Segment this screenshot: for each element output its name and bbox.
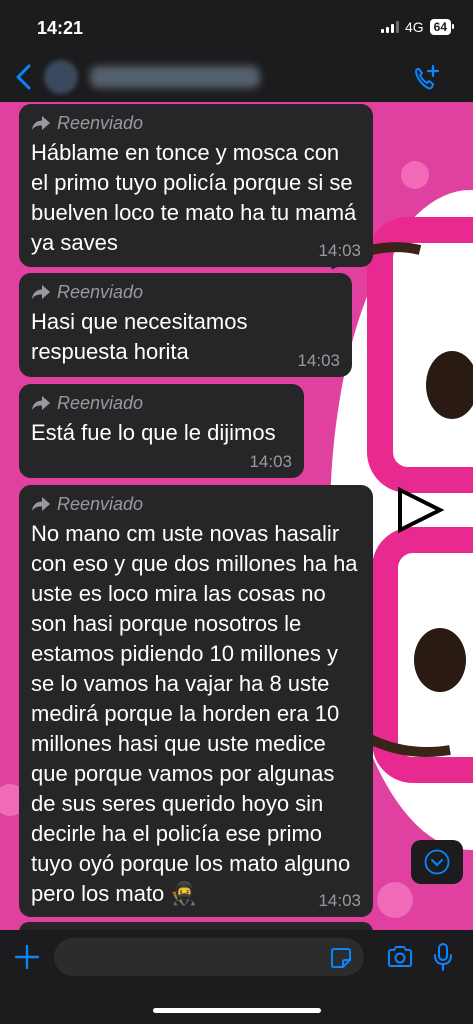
scroll-down-button[interactable] xyxy=(411,840,463,884)
message-text: No mano cm uste novas hasalir con eso y … xyxy=(31,521,358,906)
message-time: 14:03 xyxy=(318,891,361,910)
video-call-icon[interactable] xyxy=(413,64,441,92)
message-time: 14:03 xyxy=(318,241,361,260)
message-time: 14:03 xyxy=(297,351,340,370)
avatar[interactable] xyxy=(44,60,78,94)
signal-icon xyxy=(380,21,399,33)
camera-icon[interactable] xyxy=(386,945,414,969)
message-bubble[interactable]: Reenviado Hasi que necesitamos respuesta… xyxy=(19,273,352,377)
battery-icon: 64 xyxy=(429,19,455,35)
forward-icon xyxy=(32,285,50,299)
forwarded-label: Reenviado xyxy=(31,493,361,515)
contact-name[interactable] xyxy=(90,66,260,88)
status-indicators: 4G 64 xyxy=(380,19,455,35)
network-type: 4G xyxy=(404,19,424,35)
home-indicator xyxy=(153,1008,321,1013)
message-bubble[interactable]: Reenviado Está fue lo que le dijimos 14:… xyxy=(19,384,304,478)
forwarded-label: Reenviado xyxy=(31,281,340,303)
scroll-down-icon xyxy=(424,849,450,875)
status-time: 14:21 xyxy=(37,18,84,38)
message-bubble[interactable]: Reenviado Háblame en tonce y mosca con e… xyxy=(19,104,373,267)
chat-header xyxy=(0,50,473,102)
message-text: Háblame en tonce y mosca con el primo tu… xyxy=(31,140,357,255)
forward-icon xyxy=(32,116,50,130)
forwarded-label: Reenviado xyxy=(31,112,361,134)
sticker-icon[interactable] xyxy=(330,947,352,969)
back-icon[interactable] xyxy=(12,64,36,90)
forward-icon xyxy=(32,497,50,511)
mic-icon[interactable] xyxy=(433,942,453,972)
message-input[interactable] xyxy=(54,938,364,976)
forwarded-label: Reenviado xyxy=(31,392,292,414)
plus-icon[interactable] xyxy=(14,944,40,970)
status-bar: 14:21 4G 64 xyxy=(0,0,473,50)
message-text: Está fue lo que le dijimos xyxy=(31,420,276,445)
forward-icon xyxy=(32,396,50,410)
message-bubble[interactable]: Reenviado No mano cm uste novas hasalir … xyxy=(19,485,373,917)
message-time: 14:03 xyxy=(249,452,292,471)
message-text: Hasi que necesitamos respuesta horita xyxy=(31,309,248,364)
